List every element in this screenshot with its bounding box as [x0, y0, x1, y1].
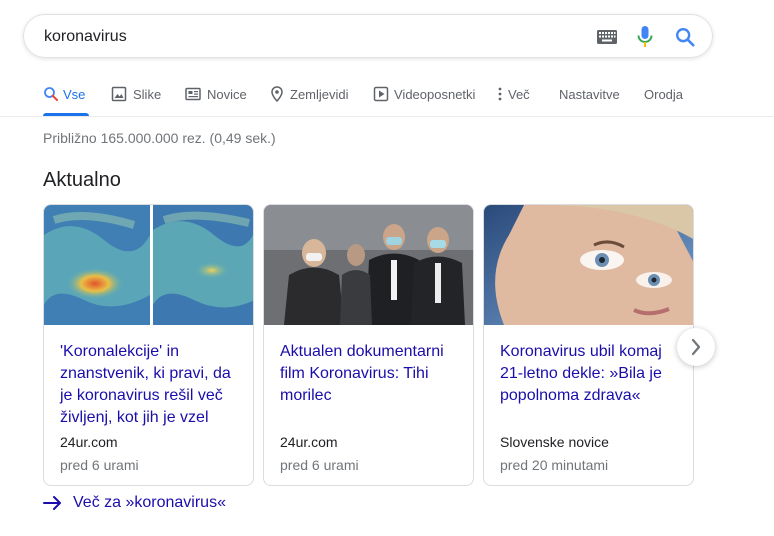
news-source: 24ur.com	[280, 434, 338, 450]
news-card[interactable]: 'Koronalekcije' in znanstvenik, ki pravi…	[43, 204, 254, 486]
tab-videos[interactable]: Videoposnetki	[373, 76, 475, 116]
tab-label: Novice	[207, 87, 247, 102]
tab-label: Zemljevidi	[290, 87, 349, 102]
news-thumbnail	[44, 205, 253, 325]
search-input[interactable]	[44, 26, 574, 48]
tab-label: Orodja	[644, 87, 684, 102]
news-headline: Aktualen dokumentarni film Koronavirus: …	[280, 343, 444, 404]
tab-maps[interactable]: Zemljevidi	[269, 76, 349, 116]
newspaper-icon	[185, 87, 201, 101]
more-news-label: Več za »koronavirus«	[73, 494, 226, 511]
news-card[interactable]: Aktualen dokumentarni film Koronavirus: …	[263, 204, 474, 486]
news-headline: Koronavirus ubil komaj 21-letno dekle: »…	[500, 343, 662, 404]
keyboard-icon[interactable]	[597, 30, 617, 44]
tab-more[interactable]: Več	[497, 76, 530, 116]
tab-tools[interactable]: Orodja	[644, 76, 683, 116]
result-stats: Približno 165.000.000 rez. (0,49 sek.)	[43, 130, 276, 146]
news-thumbnail	[484, 205, 693, 325]
arrow-right-icon	[43, 496, 61, 510]
search-box	[23, 14, 713, 58]
carousel-next-button[interactable]	[677, 328, 715, 366]
news-source: Slovenske novice	[500, 434, 609, 450]
tab-label: Slike	[133, 87, 162, 102]
tab-label: Več	[508, 87, 530, 102]
news-card[interactable]: Koronavirus ubil komaj 21-letno dekle: »…	[483, 204, 694, 486]
news-time: pred 6 urami	[280, 457, 359, 473]
more-news-link[interactable]: Več za »koronavirus«	[43, 494, 226, 512]
search-tabs: Vse Slike Novice Zemljevidi Videoposnetk…	[0, 76, 774, 117]
tab-all[interactable]: Vse	[43, 76, 89, 116]
search-icon[interactable]	[674, 26, 696, 48]
tab-label: Nastavitve	[559, 87, 620, 102]
map-pin-icon	[271, 86, 283, 102]
tab-images[interactable]: Slike	[111, 76, 161, 116]
news-headline: 'Koronalekcije' in znanstvenik, ki pravi…	[60, 343, 231, 426]
search-icon	[44, 87, 58, 101]
news-time: pred 20 minutami	[500, 457, 609, 473]
microphone-icon[interactable]	[636, 25, 654, 49]
news-time: pred 6 urami	[60, 457, 139, 473]
tab-label: Videoposnetki	[394, 87, 476, 102]
image-icon	[111, 86, 127, 102]
more-vert-icon	[498, 87, 502, 101]
chevron-right-icon	[691, 338, 701, 356]
play-icon	[373, 86, 389, 102]
tab-news[interactable]: Novice	[185, 76, 247, 116]
top-stories-title: Aktualno	[43, 169, 121, 191]
news-source: 24ur.com	[60, 434, 118, 450]
tab-settings[interactable]: Nastavitve	[559, 76, 620, 116]
tab-label: Vse	[63, 87, 86, 102]
news-thumbnail	[264, 205, 473, 325]
